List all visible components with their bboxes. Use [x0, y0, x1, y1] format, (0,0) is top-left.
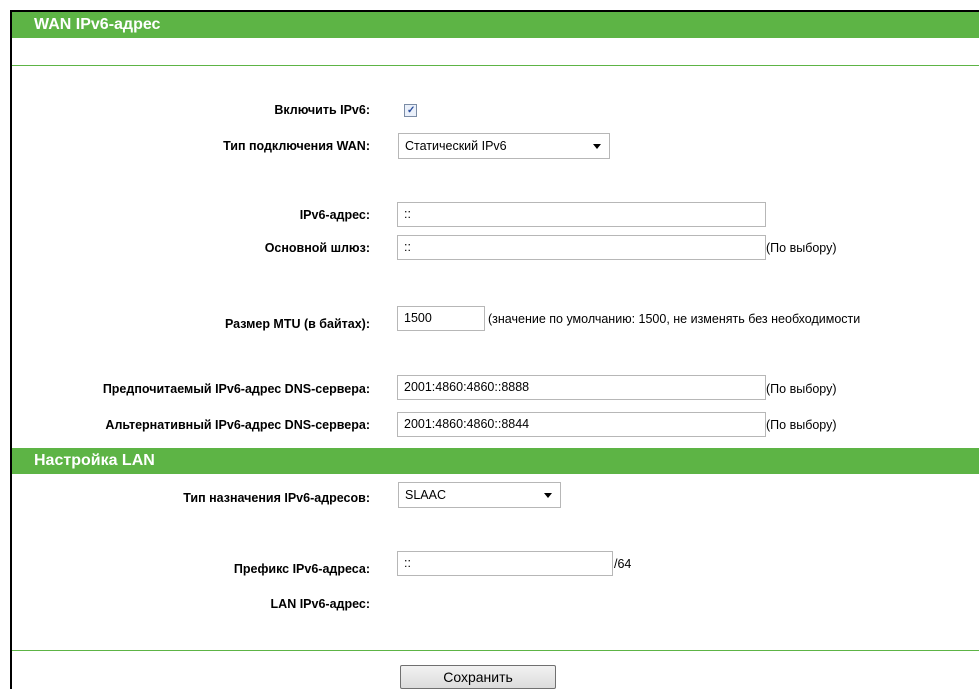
prefix-suffix: /64	[614, 557, 632, 571]
primary-dns-input[interactable]: 2001:4860:4860::8888	[397, 375, 766, 400]
primary-dns-optional-note: (По выбору)	[766, 382, 837, 396]
page-frame	[10, 10, 979, 689]
mtu-label: Размер MTU (в байтах):	[224, 317, 370, 331]
primary-dns-label: Предпочитаемый IPv6-адрес DNS-сервера:	[102, 382, 370, 396]
save-button[interactable]: Сохранить	[400, 665, 556, 689]
assign-type-label: Тип назначения IPv6-адресов:	[183, 491, 370, 505]
connection-type-value: Статический IPv6	[405, 139, 507, 153]
mtu-input[interactable]: 1500	[397, 306, 485, 331]
chevron-down-icon	[544, 493, 552, 498]
wan-section-header: WAN IPv6-адрес	[12, 12, 979, 38]
footer-divider	[12, 650, 979, 651]
ipv6-address-input[interactable]: ::	[397, 202, 766, 227]
secondary-dns-label: Альтернативный IPv6-адрес DNS-сервера:	[105, 418, 370, 432]
secondary-dns-optional-note: (По выбору)	[766, 418, 837, 432]
lan-ipv6-label: LAN IPv6-адрес:	[270, 597, 370, 611]
connection-type-label: Тип подключения WAN:	[223, 139, 370, 153]
ipv6-address-label: IPv6-адрес:	[299, 208, 370, 222]
prefix-input[interactable]: ::	[397, 551, 613, 576]
default-gateway-optional-note: (По выбору)	[766, 241, 837, 255]
enable-ipv6-label: Включить IPv6:	[274, 103, 370, 117]
default-gateway-label: Основной шлюз:	[264, 241, 370, 255]
chevron-down-icon	[593, 144, 601, 149]
secondary-dns-input[interactable]: 2001:4860:4860::8844	[397, 412, 766, 437]
assign-type-select[interactable]: SLAAC	[398, 482, 561, 508]
lan-section-header: Настройка LAN	[12, 448, 979, 474]
default-gateway-input[interactable]: ::	[397, 235, 766, 260]
mtu-note: (значение по умолчанию: 1500, не изменят…	[488, 312, 861, 326]
enable-ipv6-checkbox[interactable]: ✓	[404, 104, 417, 117]
section-divider	[12, 65, 979, 66]
assign-type-value: SLAAC	[405, 488, 446, 502]
prefix-label: Префикс IPv6-адреса:	[233, 562, 370, 576]
connection-type-select[interactable]: Статический IPv6	[398, 133, 610, 159]
checkmark-icon: ✓	[407, 105, 416, 116]
